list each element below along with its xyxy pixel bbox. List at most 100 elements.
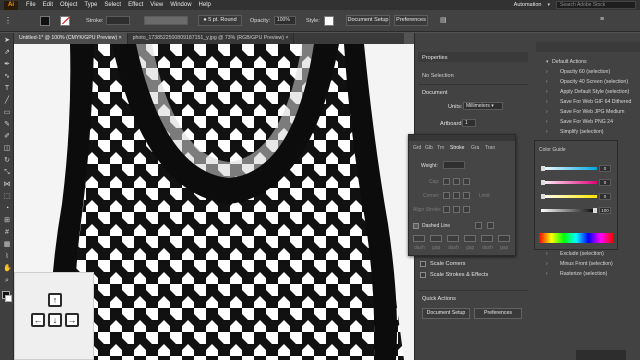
mesh-tool-icon[interactable]: # — [3, 229, 11, 237]
scale-strokes-checkbox[interactable] — [420, 272, 426, 278]
width-tool-icon[interactable]: ⋈ — [3, 181, 11, 189]
action-item[interactable]: Minus Front (selection) — [560, 261, 613, 267]
zoom-tool-icon[interactable]: ⌕ — [3, 277, 11, 285]
round-join-icon[interactable] — [453, 192, 460, 199]
dashed-line-checkbox[interactable] — [413, 223, 419, 229]
slider-knob[interactable] — [541, 166, 545, 171]
action-item[interactable]: Apply Default Style (selection) — [560, 89, 629, 95]
gap-field-1[interactable] — [430, 235, 442, 242]
stock-search-input[interactable]: Search Adobe Stock — [556, 1, 636, 9]
stroke-swatch[interactable] — [60, 16, 70, 26]
properties-tab[interactable]: Properties — [422, 55, 448, 61]
workspace-switcher[interactable]: Automation — [514, 2, 542, 8]
magenta-slider[interactable] — [541, 180, 597, 185]
menu-effect[interactable]: Effect — [128, 2, 143, 8]
tab-untitled[interactable]: Untitled-1* @ 100% (CMYK/GPU Preview) × — [14, 33, 128, 44]
align-inside-icon[interactable] — [453, 206, 460, 213]
miter-join-icon[interactable] — [443, 192, 450, 199]
brush-definition-dropdown[interactable]: ● 5 pt. Round — [198, 15, 242, 26]
free-transform-tool-icon[interactable]: ⬚ — [3, 193, 11, 201]
butt-cap-icon[interactable] — [443, 178, 450, 185]
align-outside-icon[interactable] — [463, 206, 470, 213]
action-item[interactable]: Simplify (selection) — [560, 129, 604, 135]
hand-tool-icon[interactable]: ✋ — [3, 265, 12, 273]
document-setup-button[interactable]: Document Setup — [346, 15, 390, 26]
perspective-grid-tool-icon[interactable]: ⊞ — [3, 217, 11, 225]
tab-gradient-short[interactable]: Grd — [413, 145, 421, 151]
shaper-tool-icon[interactable]: ✐ — [3, 133, 11, 141]
bevel-join-icon[interactable] — [463, 192, 470, 199]
menu-object[interactable]: Object — [60, 2, 77, 8]
slider-knob[interactable] — [541, 194, 545, 199]
selection-tool-icon[interactable]: ➤ — [3, 37, 11, 45]
menu-window[interactable]: Window — [170, 2, 191, 8]
fill-swatch[interactable] — [40, 16, 50, 26]
round-cap-icon[interactable] — [453, 178, 460, 185]
color-spectrum[interactable] — [539, 233, 613, 243]
stroke-color-icon[interactable] — [5, 295, 12, 302]
dash-field-2[interactable] — [447, 235, 459, 242]
color-panel-title[interactable]: Color Guide — [539, 147, 566, 153]
chevron-right-icon[interactable]: › — [546, 261, 548, 267]
gap-field-3[interactable] — [498, 235, 510, 242]
chevron-right-icon[interactable]: › — [546, 99, 548, 105]
curvature-tool-icon[interactable]: ∿ — [3, 73, 11, 81]
preferences-quick-button[interactable]: Preferences — [474, 308, 522, 319]
eraser-tool-icon[interactable]: ◫ — [3, 145, 11, 153]
menu-view[interactable]: View — [150, 2, 163, 8]
chevron-down-icon[interactable]: ▾ — [547, 2, 550, 8]
gradient-tool-icon[interactable]: ▦ — [3, 241, 11, 249]
dash-adjust-icon[interactable] — [487, 222, 494, 229]
gap-field-2[interactable] — [464, 235, 476, 242]
menu-help[interactable]: Help — [199, 2, 211, 8]
chevron-right-icon[interactable]: › — [546, 251, 548, 257]
preferences-button[interactable]: Preferences — [394, 15, 428, 26]
stroke-weight-field[interactable] — [106, 16, 130, 25]
black-field[interactable]: 100 — [599, 207, 611, 214]
dash-field-3[interactable] — [481, 235, 493, 242]
tab-stroke[interactable]: Stroke — [450, 145, 464, 151]
action-item[interactable]: Rasterize (selection) — [560, 271, 607, 277]
dash-field-1[interactable] — [413, 235, 425, 242]
tab-transform-short[interactable]: Trn — [437, 145, 444, 151]
cyan-field[interactable]: 0 — [599, 165, 611, 172]
shape-builder-tool-icon[interactable]: ◔ — [3, 205, 11, 213]
weight-field[interactable] — [443, 161, 465, 169]
menu-type[interactable]: Type — [84, 2, 97, 8]
scale-corners-checkbox[interactable] — [420, 261, 426, 267]
panel-header-bar[interactable] — [409, 135, 515, 141]
close-icon[interactable]: × — [285, 35, 288, 41]
menu-edit[interactable]: Edit — [43, 2, 53, 8]
chevron-right-icon[interactable]: › — [546, 109, 548, 115]
cyan-slider[interactable] — [541, 166, 597, 171]
artboard-field[interactable]: 1 — [462, 119, 476, 127]
opacity-field[interactable]: 100% — [274, 16, 296, 25]
chevron-right-icon[interactable]: › — [546, 69, 548, 75]
action-item[interactable]: Opacity 40 Screen (selection) — [560, 79, 628, 85]
action-item[interactable]: Save For Web PNG 24 — [560, 119, 613, 125]
chevron-down-icon[interactable]: ▾ — [546, 59, 549, 65]
menu-file[interactable]: File — [26, 2, 36, 8]
variable-width-profile[interactable] — [144, 16, 188, 25]
close-icon[interactable]: × — [119, 35, 122, 41]
slider-knob[interactable] — [541, 180, 545, 185]
graphic-style-swatch[interactable] — [324, 16, 334, 26]
yellow-slider[interactable] — [541, 194, 597, 199]
chevron-right-icon[interactable]: › — [546, 129, 548, 135]
rotate-tool-icon[interactable]: ↻ — [3, 157, 11, 165]
action-item[interactable]: Exclude (selection) — [560, 251, 604, 257]
rectangle-tool-icon[interactable]: ▭ — [3, 109, 11, 117]
eyedropper-tool-icon[interactable]: ⌇ — [3, 253, 11, 261]
slider-knob[interactable] — [593, 208, 597, 213]
menu-select[interactable]: Select — [104, 2, 121, 8]
action-item[interactable]: Save For Web GIF 64 Dithered — [560, 99, 631, 105]
magenta-field[interactable]: 0 — [599, 179, 611, 186]
panel-menu-icon[interactable]: ≡ — [600, 16, 604, 23]
yellow-field[interactable]: 0 — [599, 193, 611, 200]
direct-selection-tool-icon[interactable]: ⇗ — [3, 49, 11, 57]
tab-transparency[interactable]: Tran — [485, 145, 495, 151]
action-set-default[interactable]: Default Actions — [552, 59, 587, 65]
action-item[interactable]: Save For Web JPG Medium — [560, 109, 624, 115]
chevron-right-icon[interactable]: › — [546, 89, 548, 95]
tab-gradient[interactable]: Gra — [471, 145, 479, 151]
